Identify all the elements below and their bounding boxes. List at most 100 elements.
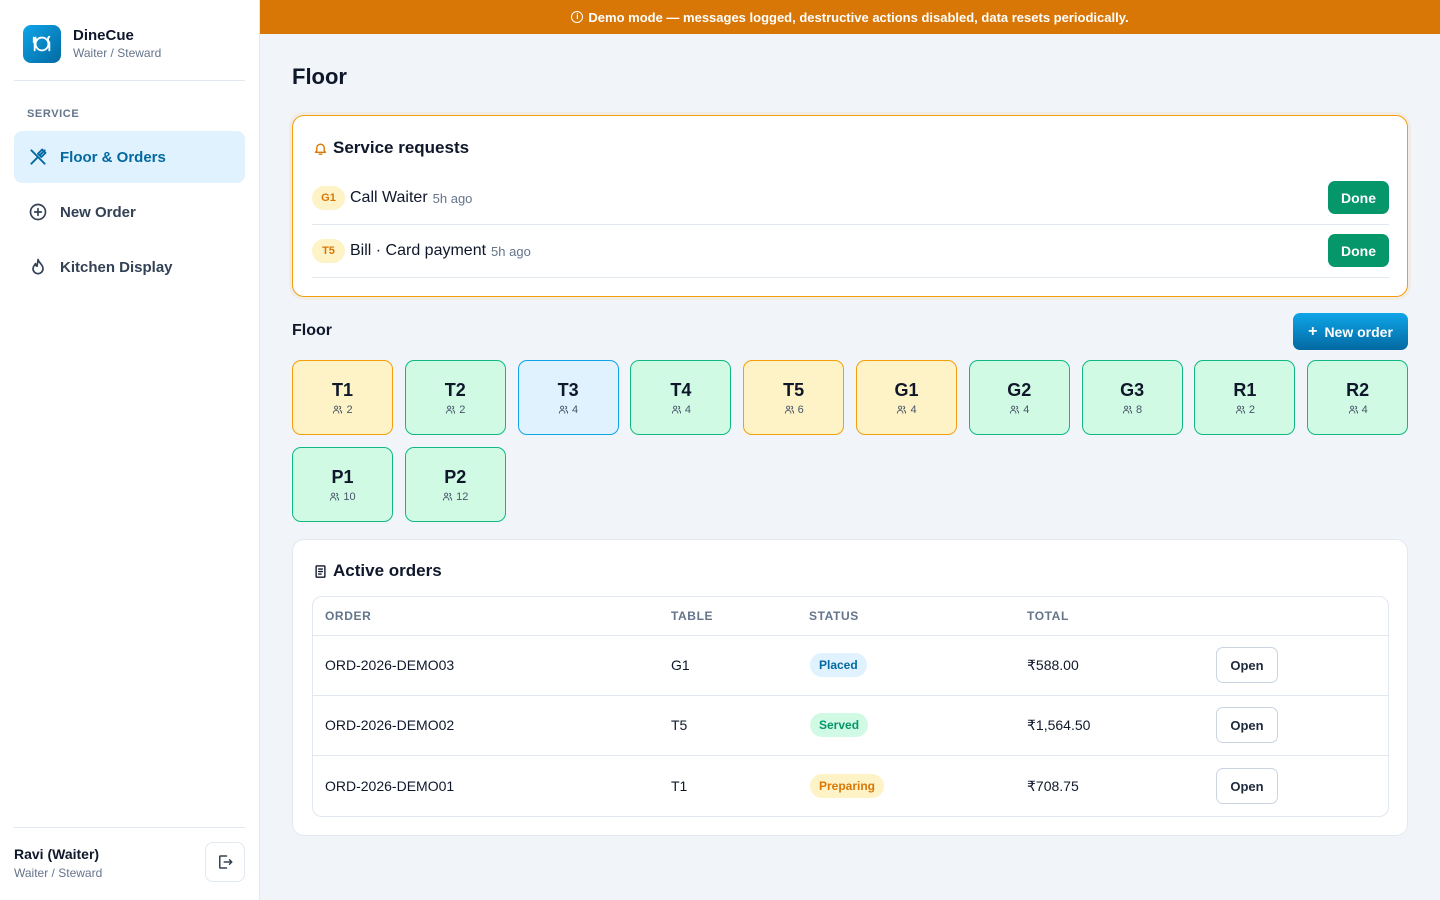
seat-count: 4 [684,403,691,416]
floor-title: Floor [292,322,332,339]
logout-icon [216,853,234,871]
new-order-button[interactable]: + New order [1293,313,1408,350]
order-id: ORD-2026-DEMO03 [325,657,455,673]
table-row: ORD-2026-DEMO03 G1 Placed ₹588.00 Open [313,636,1388,696]
flame-icon [28,257,48,277]
user-name: Ravi (Waiter) [14,846,100,862]
seat-count: 2 [346,403,353,416]
page-title: Floor [292,64,347,89]
table-name: G1 [894,379,919,400]
table-seats: 2 [1235,404,1255,416]
orders-table: ORDER TABLE STATUS TOTAL ORD-2026-DEMO03… [312,596,1389,817]
table-name: T3 [557,379,579,400]
open-order-button[interactable]: Open [1216,768,1278,804]
order-total: ₹588.00 [1027,657,1079,673]
table-badge: G1 [312,186,345,210]
table-tile-t1[interactable]: T1 2 [292,360,393,435]
done-button[interactable]: Done [1328,181,1389,214]
active-orders-card: Active orders ORDER TABLE STATUS TOTAL O… [292,539,1408,836]
receipt-icon [313,564,328,579]
utensils-icon [28,147,48,167]
table-name: T5 [783,379,805,400]
table-tile-t3[interactable]: T3 4 [517,360,619,435]
table-tile-g3[interactable]: G3 8 [1081,360,1183,435]
sidebar: DineCue Waiter / Steward SERVICE Floor &… [0,0,260,900]
done-button[interactable]: Done [1328,234,1389,267]
active-orders-title: Active orders [333,561,442,580]
sidebar-item-new-order[interactable]: New Order [14,186,245,238]
logout-button[interactable] [205,842,245,882]
seat-count: 8 [1136,403,1143,416]
brand-divider [14,80,245,81]
users-icon [1348,404,1362,415]
table-seats: 2 [332,403,353,416]
plus-icon: + [1308,322,1318,340]
column-header-order: ORDER [325,609,372,623]
table-header: ORDER TABLE STATUS TOTAL [313,597,1388,636]
table-name: P1 [331,466,354,487]
seat-count: 12 [456,490,469,503]
seat-count: 4 [1361,403,1368,416]
column-header-status: STATUS [809,609,859,623]
user-role: Waiter / Steward [14,866,103,880]
table-seats: 6 [784,404,804,416]
users-icon [558,404,572,415]
order-total: ₹708.75 [1027,778,1079,794]
nav-section-label: SERVICE [27,108,80,120]
info-icon: i [571,11,584,23]
brand-role: Waiter / Steward [73,46,162,60]
sidebar-item-kitchen-display[interactable]: Kitchen Display [14,241,245,293]
sidebar-item-label: Kitchen Display [60,258,173,276]
seat-count: 2 [1248,403,1255,416]
open-order-button[interactable]: Open [1216,707,1278,743]
users-icon [332,404,346,415]
order-id: ORD-2026-DEMO02 [325,717,455,733]
order-table: T1 [671,778,688,794]
table-seats: 12 [442,491,468,503]
table-row: ORD-2026-DEMO02 T5 Served ₹1,564.50 Open [313,696,1388,756]
column-header-total: TOTAL [1027,609,1069,623]
table-tile-g1[interactable]: G1 4 [856,360,957,435]
table-seats: 2 [445,404,465,416]
sidebar-item-label: New Order [60,203,136,221]
table-badge: T5 [312,239,345,263]
table-name: P2 [444,466,467,487]
users-icon [329,491,343,502]
order-table: T5 [671,717,688,733]
status-badge: Preparing [810,774,885,798]
service-requests-title: Service requests [333,138,470,157]
table-name: R1 [1233,379,1257,400]
open-order-button[interactable]: Open [1216,647,1278,683]
table-tile-t5[interactable]: T5 6 [743,360,845,435]
table-tile-t4[interactable]: T4 4 [630,360,732,435]
new-order-label: New order [1324,323,1393,340]
seat-count: 4 [572,403,579,416]
table-tile-p2[interactable]: P2 12 [404,447,506,522]
order-total: ₹1,564.50 [1027,717,1091,733]
service-requests-card: Service requests G1 Call Waiter 5h ago D… [292,115,1408,297]
request-time: 5h ago [432,190,473,206]
table-tile-t2[interactable]: T2 2 [404,360,506,435]
users-icon [445,404,459,415]
sidebar-item-floor-orders[interactable]: Floor & Orders [14,131,245,183]
table-tile-r1[interactable]: R1 2 [1194,360,1296,435]
request-time: 5h ago [491,243,531,259]
table-tile-p1[interactable]: P1 10 [292,447,393,522]
brand-name: DineCue [73,27,134,44]
request-text: Call Waiter [350,189,428,206]
table-seats: 10 [329,491,356,503]
table-seats: 8 [1122,404,1142,416]
table-tile-r2[interactable]: R2 4 [1307,360,1409,435]
table-tile-g2[interactable]: G2 4 [968,360,1070,435]
table-name: T4 [670,379,692,400]
table-row: ORD-2026-DEMO01 T1 Preparing ₹708.75 Ope… [313,757,1388,816]
status-badge: Served [810,713,869,737]
table-name: T1 [331,379,353,400]
users-icon [784,404,798,415]
service-requests-heading: Service requests [313,138,469,158]
table-seats: 4 [1348,404,1368,416]
users-icon [1122,404,1136,415]
status-badge: Placed [810,653,867,677]
table-name: T2 [444,379,466,400]
active-orders-heading: Active orders [313,561,442,581]
